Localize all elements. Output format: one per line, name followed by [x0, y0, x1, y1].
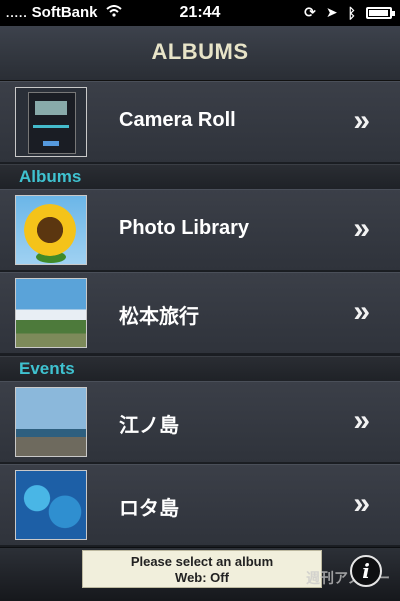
event-row-rota[interactable]: ロタ島 »	[0, 464, 400, 546]
status-right: ⟳ ➤ ᛒ	[304, 4, 395, 21]
section-label: Albums	[19, 167, 82, 186]
battery-icon	[366, 6, 395, 19]
album-label: 松本旅行	[119, 306, 199, 328]
album-label: 江ノ島	[119, 415, 179, 437]
album-row-camera-roll[interactable]: Camera Roll »	[0, 81, 400, 163]
album-row-photo-library[interactable]: Photo Library »	[0, 189, 400, 271]
section-header-albums: Albums	[0, 164, 400, 189]
double-chevron-right-icon: »	[353, 295, 370, 328]
message-line: Please select an album	[130, 554, 274, 569]
rota-thumbnail	[15, 470, 87, 540]
info-icon[interactable]: i	[350, 555, 382, 587]
double-chevron-right-icon: »	[353, 104, 370, 137]
section-label: Events	[19, 359, 75, 378]
page-title: ALBUMS	[151, 39, 249, 64]
navigation-bar: ALBUMS	[0, 26, 400, 81]
double-chevron-right-icon: »	[353, 487, 370, 520]
camera-roll-thumbnail	[15, 87, 87, 157]
album-label: Camera Roll	[119, 109, 236, 131]
album-label: ロタ島	[119, 498, 179, 520]
album-label: Photo Library	[119, 217, 250, 239]
matsumoto-thumbnail	[15, 278, 87, 348]
location-arrow-icon: ➤	[325, 4, 338, 20]
status-bar: ..... SoftBank 21:44 ⟳ ➤ ᛒ	[0, 0, 400, 26]
event-row-enoshima[interactable]: 江ノ島 »	[0, 381, 400, 463]
album-row-matsumoto[interactable]: 松本旅行 »	[0, 272, 400, 354]
status-message-box: Please select an album Web: Off	[82, 550, 322, 588]
rotation-lock-icon: ⟳	[304, 4, 316, 20]
double-chevron-right-icon: »	[353, 404, 370, 437]
bluetooth-icon: ᛒ	[347, 4, 356, 21]
section-header-events: Events	[0, 356, 400, 381]
double-chevron-right-icon: »	[353, 212, 370, 245]
enoshima-thumbnail	[15, 387, 87, 457]
web-status: Web: Off	[175, 570, 229, 585]
photo-library-thumbnail	[15, 195, 87, 265]
